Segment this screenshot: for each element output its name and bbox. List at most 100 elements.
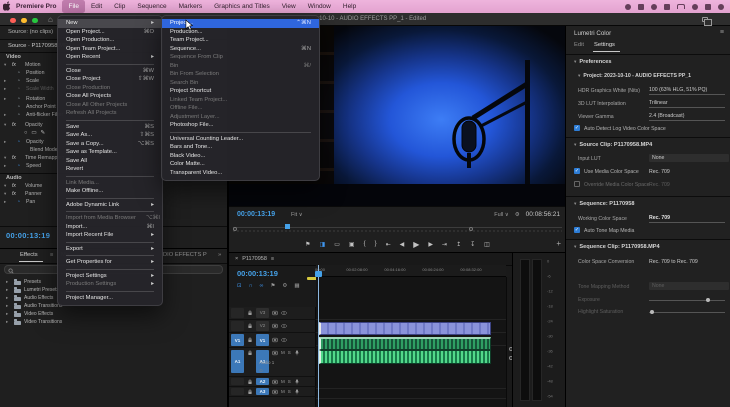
submenu-item-team-project[interactable]: Team Project... — [162, 36, 319, 45]
disclosure-icon[interactable]: ▾ — [4, 183, 6, 189]
sync-lock-icon[interactable] — [272, 323, 278, 329]
disclosure-icon[interactable]: ▸ — [6, 319, 8, 325]
stopwatch-icon[interactable]: ◔ — [17, 199, 20, 205]
menubar-item-help[interactable]: Help — [337, 0, 362, 13]
menu-item-close-project[interactable]: Close Project ⇧⌘W — [58, 75, 162, 84]
comparison-view-icon[interactable]: ◫ — [484, 241, 490, 248]
submenu-item-photoshop-file[interactable]: Photoshop File... — [162, 121, 319, 130]
eye-icon[interactable] — [281, 323, 287, 329]
tab-effects[interactable]: Effects — [20, 252, 38, 258]
mark-out-icon[interactable]: } — [375, 241, 377, 247]
menu-item-save-as[interactable]: Save As... ⇧⌘S — [58, 131, 162, 140]
export-frame-icon[interactable]: ▣ — [349, 241, 355, 248]
disclosure-icon[interactable]: ▾ — [4, 62, 6, 68]
menubar-item-markers[interactable]: Markers — [173, 0, 208, 13]
source-patch-empty[interactable] — [231, 308, 244, 318]
lock-icon[interactable] — [247, 379, 253, 385]
timeline-ruler[interactable]: 00:00 00:02:08:00 00:04:16:00 00:06:24:0… — [315, 265, 506, 277]
stopwatch-icon[interactable]: ◔ — [17, 104, 20, 110]
linked-selection-icon[interactable]: ∞ — [260, 283, 264, 289]
stopwatch-icon[interactable]: ◔ — [17, 70, 20, 76]
menubar-item-file[interactable]: File — [62, 0, 85, 13]
submenu-item-transparent-video[interactable]: Transparent Video... — [162, 169, 319, 178]
lift-icon[interactable]: ↥ — [456, 241, 461, 248]
sequence-tab[interactable]: × P1170958 ≡ — [235, 256, 274, 262]
menu-item-new[interactable]: New ▸ — [58, 19, 162, 28]
button-editor-plus-icon[interactable]: + — [556, 239, 561, 248]
menu-item-get-properties-for[interactable]: Get Properties for ▸ — [58, 258, 162, 267]
slider-knob[interactable] — [650, 310, 654, 314]
menu-item-project-manager[interactable]: Project Manager... — [58, 294, 162, 303]
add-marker-icon[interactable]: ⚑ — [270, 283, 275, 289]
disclosure-icon[interactable]: ▸ — [4, 139, 6, 145]
folder-video-effects[interactable]: ▸ Video Effects — [0, 311, 228, 319]
section-preferences[interactable]: ▾ Preferences — [574, 59, 611, 65]
menubar-item-window[interactable]: Window — [302, 0, 337, 13]
audio-knob-icon[interactable]: ⊙ — [259, 368, 263, 374]
lock-icon[interactable] — [247, 337, 253, 343]
disclosure-icon[interactable]: ▸ — [4, 96, 6, 102]
pen-mask-icon[interactable]: ✎ — [41, 130, 50, 136]
menu-item-project-settings[interactable]: Project Settings ▸ — [58, 272, 162, 281]
dropbox-icon[interactable] — [625, 3, 631, 10]
mic-icon[interactable] — [294, 350, 300, 356]
menu-item-save-as-template[interactable]: Save as Template... — [58, 148, 162, 157]
hdr-white-dropdown[interactable]: 100 (63% HLG, 51% PQ) — [649, 87, 725, 95]
control-center-icon[interactable] — [705, 3, 711, 10]
panel-menu-icon[interactable]: ≡ — [271, 256, 274, 262]
lock-icon[interactable] — [247, 350, 253, 356]
audio-clip-channel2[interactable] — [319, 350, 491, 364]
captions-icon[interactable]: ▦ — [294, 283, 299, 289]
audio-track-name[interactable]: Audio 1 — [259, 360, 274, 365]
menu-item-open-project[interactable]: Open Project... ⌘O — [58, 28, 162, 37]
timeline-playhead-head[interactable] — [315, 271, 322, 277]
close-icon[interactable]: × — [235, 256, 238, 262]
nest-toggle-icon[interactable]: ⊡ — [237, 283, 242, 289]
menu-item-open-team-project[interactable]: Open Team Project... — [58, 45, 162, 54]
menu-item-revert[interactable]: Revert — [58, 165, 162, 174]
go-to-out-icon[interactable]: ⇥ — [442, 241, 447, 248]
menu-item-adobe-dynamic-link[interactable]: Adobe Dynamic Link ▸ — [58, 201, 162, 210]
slider-knob[interactable] — [706, 298, 710, 302]
source-patch-empty[interactable] — [231, 387, 244, 396]
disclosure-icon[interactable]: ▸ — [6, 287, 8, 293]
input-lut-dropdown[interactable]: None — [649, 154, 729, 162]
track-header-a2[interactable]: A2 M S — [229, 377, 316, 387]
step-back-icon[interactable]: ◀ — [400, 241, 405, 248]
menu-item-import[interactable]: Import... ⌘I — [58, 223, 162, 232]
workspaces-icon[interactable] — [702, 17, 712, 26]
tab-edit[interactable]: Edit — [574, 42, 584, 48]
submenu-item-project-shortcut[interactable]: Project Shortcut — [162, 87, 319, 96]
solo-button[interactable]: S — [288, 379, 291, 384]
clock-icon[interactable] — [664, 3, 670, 10]
toggle-proxies-icon[interactable]: ◨ — [320, 241, 326, 248]
panel-menu-icon[interactable]: ≡ — [720, 29, 724, 36]
folder-video-transitions[interactable]: ▸ Video Transitions — [0, 319, 228, 327]
menubar-item-graphics[interactable]: Graphics and Titles — [208, 0, 276, 13]
menu-item-close[interactable]: Close ⌘W — [58, 67, 162, 76]
tab-project-partial[interactable]: DIO EFFECTS P — [163, 252, 207, 258]
source-patch-empty[interactable] — [231, 377, 244, 386]
menubar-item-view[interactable]: View — [276, 0, 302, 13]
highlight-saturation-slider[interactable] — [649, 310, 725, 314]
auto-tone-checkbox[interactable]: ✓ — [574, 227, 580, 233]
track-header-a3[interactable]: A3 M S — [229, 387, 316, 397]
mute-button[interactable]: M — [281, 389, 285, 394]
exposure-slider[interactable] — [649, 298, 725, 302]
disclosure-icon[interactable]: ▾ — [4, 155, 6, 161]
track-header-v3[interactable]: V3 — [229, 307, 316, 320]
playback-resolution-dropdown[interactable]: Full ∨ — [494, 212, 508, 218]
audio-clip-channel1[interactable] — [319, 337, 491, 350]
mark-in-icon[interactable]: { — [364, 241, 366, 247]
section-sequence[interactable]: ▾ Sequence: P1170958 — [574, 201, 634, 207]
menubar-item-sequence[interactable]: Sequence — [131, 0, 172, 13]
menu-item-import-recent-file[interactable]: Import Recent File ▸ — [58, 231, 162, 240]
track-target-v3[interactable]: V3 — [256, 308, 269, 318]
auto-detect-checkbox[interactable]: ✓ — [574, 125, 580, 131]
stopwatch-icon[interactable]: ◔ — [17, 96, 20, 102]
submenu-item-universal-counting-leader[interactable]: Universal Counting Leader... — [162, 135, 319, 144]
source-patch-v1[interactable]: V1 — [231, 334, 244, 346]
tab-settings[interactable]: Settings — [594, 42, 615, 48]
apple-icon[interactable] — [0, 0, 14, 13]
menu-item-make-offline[interactable]: Make Offline... — [58, 187, 162, 196]
